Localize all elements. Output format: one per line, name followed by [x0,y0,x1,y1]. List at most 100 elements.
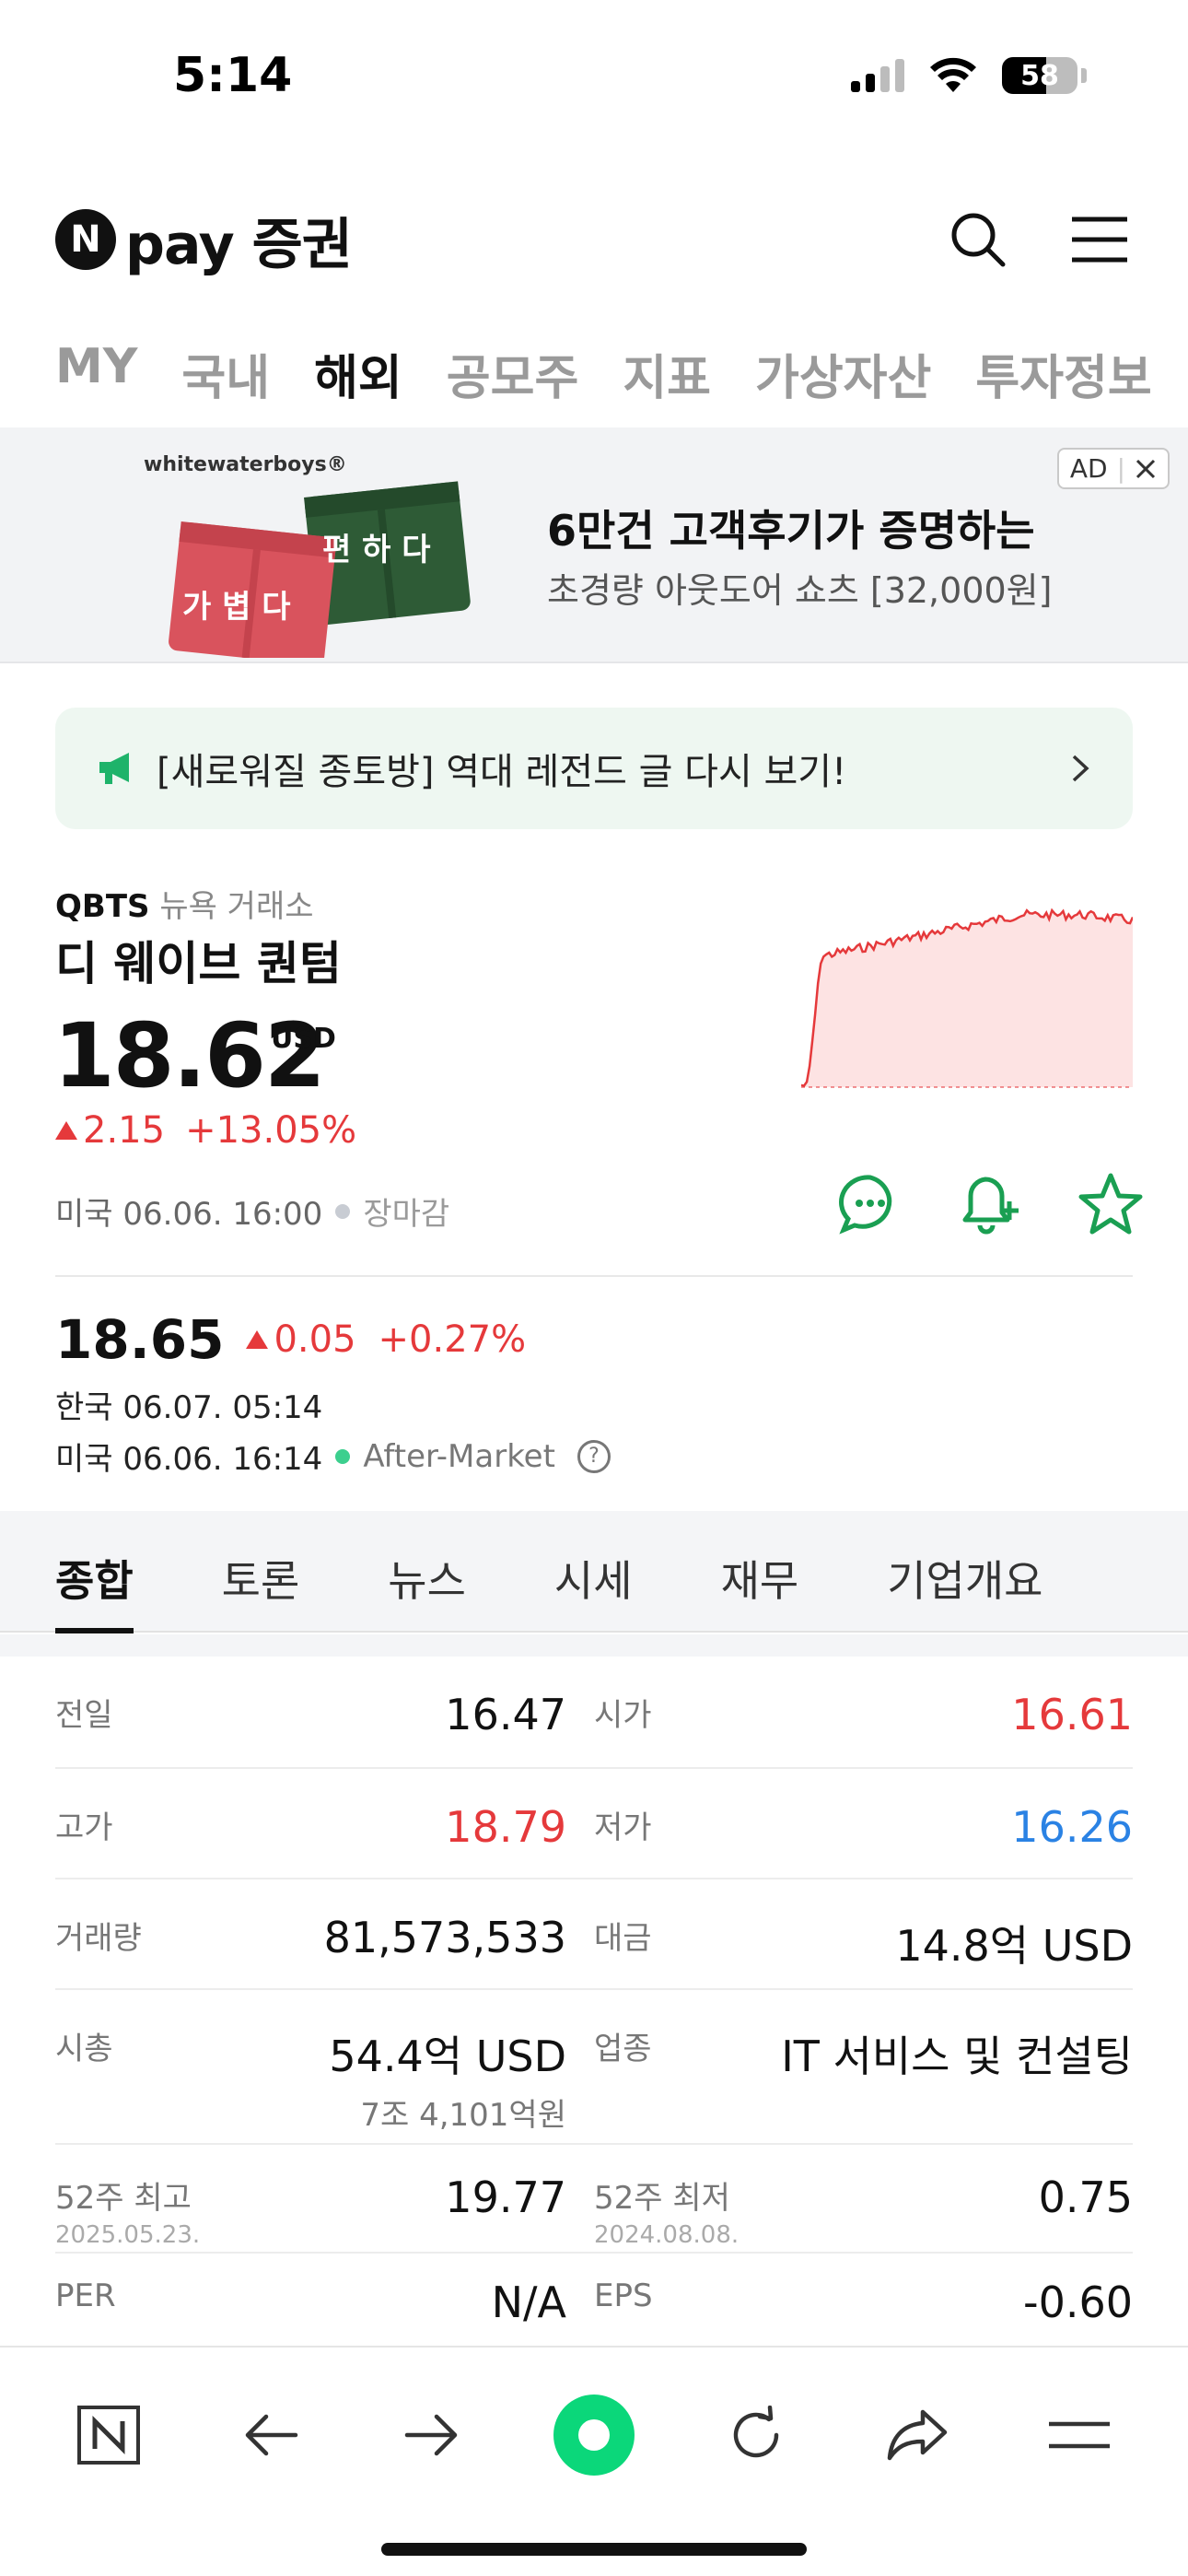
logo-n-icon: N [55,209,116,270]
tab-domestic[interactable]: 국내 [181,332,270,427]
us-time: 미국 06.06. 16:14 [55,1441,323,1478]
tab-quotes[interactable]: 시세 [554,1529,633,1631]
ad-subtitle: 초경량 아웃도어 쇼츠 [32,000원] [547,570,1053,611]
intraday-sparkline[interactable] [801,903,1133,1096]
status-icons: 58 [851,57,1087,94]
stat-subvalue: 7조 4,101억원 [360,2097,566,2134]
up-triangle-icon [246,1330,269,1349]
market-time: 미국 06.06. 16:00 장마감 [55,1188,449,1234]
stat-value: 54.4억 USD [329,2032,566,2081]
stat-value: 16.61 [1011,1690,1133,1739]
battery-level: 58 [1020,60,1059,92]
refresh-icon[interactable] [705,2384,807,2486]
tab-overseas[interactable]: 해외 [314,332,402,435]
menu-icon[interactable] [1066,206,1133,273]
stat-value: 19.77 [445,2172,566,2222]
stat-high: 고가 18.79 [55,1802,594,1878]
stat-low: 저가 16.26 [594,1802,1133,1878]
stat-value: 18.79 [445,1802,566,1852]
current-price: 18.62 [53,1004,326,1107]
tab-my[interactable]: MY [55,332,137,427]
tab-indicators[interactable]: 지표 [623,332,711,427]
stat-eps: EPS -0.60 [594,2277,1133,2346]
stat-52w-low: 52주 최저 2024.08.08. 0.75 [594,2172,1133,2252]
cellular-signal-icon [851,59,904,92]
notice-text: [새로워질 종토방] 역대 레전드 글 다시 보기! [157,751,847,793]
chat-icon[interactable] [838,1172,903,1236]
tab-discussion[interactable]: 토론 [222,1529,300,1631]
tab-financials[interactable]: 재무 [721,1529,799,1631]
stat-prev-close: 전일 16.47 [55,1690,594,1767]
ad-title: 6만건 고객후기가 증명하는 [547,506,1035,556]
ad-badge[interactable]: AD | [1056,448,1170,489]
ad-image-text-green: 편 하 다 [322,532,431,568]
stat-label: EPS [594,2277,653,2314]
stat-value: IT 서비스 및 컨설팅 [781,2032,1133,2081]
market-status: 장마감 [363,1196,450,1233]
bell-plus-icon[interactable] [958,1172,1022,1236]
stat-label: 저가 [594,1809,652,1846]
green-dot-icon[interactable] [543,2384,645,2486]
stat-date: 2024.08.08. [594,2221,740,2249]
search-icon[interactable] [945,206,1011,273]
stat-label: 대금 [594,1920,652,1957]
npay-logo[interactable]: N pay 증권 [55,200,353,280]
battery-icon: 58 [1002,57,1077,94]
us-time-row: 미국 06.06. 16:14 After-Market ? [55,1434,611,1479]
ad-banner[interactable]: 편 하 다 가 볍 다 whitewaterboys® 6만건 고객후기가 증명… [0,427,1188,663]
ad-label: AD [1069,453,1108,484]
megaphone-icon [99,753,129,784]
stat-volume: 거래량 81,573,533 [55,1913,594,1988]
back-arrow-icon[interactable] [220,2384,321,2486]
stats-grid: 전일 16.47 시가 16.61 고가 18.79 저가 16.26 거래량 … [55,1657,1133,2346]
stat-value: 14.8억 USD [895,1921,1133,1971]
tab-company[interactable]: 기업개요 [887,1529,1042,1631]
stat-date: 2025.05.23. [55,2221,201,2249]
shorts-ad-image: 편 하 다 가 볍 다 [169,481,471,658]
stat-row: 고가 18.79 저가 16.26 [55,1769,1133,1879]
after-change: 0.05 [246,1318,356,1361]
stat-value: 0.75 [1038,2172,1133,2222]
after-change-amount: 0.05 [274,1318,356,1361]
chevron-right-icon [1072,755,1089,782]
stat-label: 업종 [594,2031,652,2067]
stat-value: 16.47 [445,1690,566,1739]
ad-brand: whitewaterboys® [144,453,347,476]
help-icon[interactable]: ? [577,1439,611,1473]
market-timestamp: 미국 06.06. 16:00 [55,1196,323,1233]
status-bar: 5:14 58 [0,0,1188,157]
stat-row: 시총 54.4억 USD 7조 4,101억원 업종 IT 서비스 및 컨설팅 [55,1990,1133,2145]
price-change: 2.15 +13.05% [55,1109,356,1152]
close-icon[interactable] [1135,458,1157,480]
tab-invest-info[interactable]: 투자정보 [975,332,1151,427]
stat-label: 거래량 [55,1920,142,1957]
stat-label: PER [55,2277,116,2314]
share-icon[interactable] [867,2384,968,2486]
forward-arrow-icon[interactable] [381,2384,483,2486]
home-indicator[interactable] [381,2543,807,2556]
browser-toolbar [0,2346,1188,2576]
market-tabs: MY 국내 해외 공모주 지표 가상자산 투자정보 [55,332,1152,435]
stock-name: 디 웨이브 퀀텀 [55,937,342,990]
change-amount: 2.15 [83,1109,166,1152]
n-home-icon[interactable] [58,2384,159,2486]
stat-value: N/A [491,2277,566,2327]
stat-value: -0.60 [1022,2277,1133,2327]
session-label: After-Market [363,1437,555,1475]
stat-label: 시총 [55,2031,113,2067]
community-notice[interactable]: [새로워질 종토방] 역대 레전드 글 다시 보기! [55,708,1133,829]
status-dot-icon [335,1203,351,1219]
battery-cap [1081,68,1087,83]
tab-news[interactable]: 뉴스 [388,1529,466,1631]
divider [55,1275,1133,1277]
tab-summary[interactable]: 종합 [55,1529,134,1633]
stock-detail-tabs: 종합 토론 뉴스 시세 재무 기업개요 [0,1529,1188,1633]
tab-crypto[interactable]: 가상자산 [755,332,931,427]
hamburger-icon[interactable] [1029,2384,1130,2486]
star-icon[interactable] [1077,1172,1144,1236]
stat-sector: 업종 IT 서비스 및 컨설팅 [594,2023,1133,2143]
exchange-name: 뉴욕 거래소 [159,888,314,925]
section-spacer [0,1511,1188,1529]
tab-ipo[interactable]: 공모주 [447,332,579,427]
stat-value: 81,573,533 [323,1913,566,1962]
